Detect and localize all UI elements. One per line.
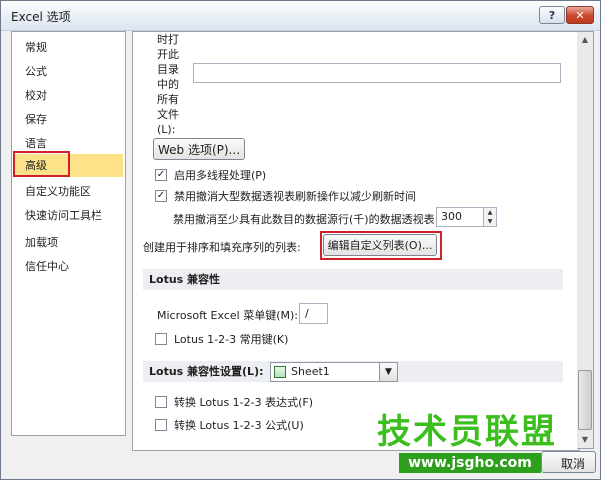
web-options-button[interactable]: Web 选项(P)... — [153, 138, 245, 160]
title-bar: Excel 选项 ? ✕ — [1, 1, 600, 31]
scroll-up-icon[interactable]: ▲ — [577, 32, 593, 48]
lotus-nav-keys-label: Lotus 1-2-3 常用键(K) — [174, 333, 289, 346]
help-button[interactable]: ? — [539, 6, 565, 24]
folder-label-line: 开此 — [157, 48, 179, 61]
watermark-url: www.jsgho.com — [399, 453, 541, 473]
lotus-section-header: Lotus 兼容性 — [143, 269, 563, 290]
nav-item-quick-access-toolbar[interactable]: 快速访问工具栏 — [14, 204, 123, 227]
content-scrollbar[interactable]: ▲ ▼ — [577, 31, 594, 449]
help-icon: ? — [548, 8, 556, 22]
excel-options-dialog: Excel 选项 ? ✕ 常规 公式 校对 保存 语言 高级 自定义功能区 快速… — [0, 0, 601, 480]
edit-button-highlight — [320, 231, 442, 260]
lotus-settings-label: Lotus 兼容性设置(L): — [149, 365, 264, 378]
transition-formula-eval-checkbox[interactable] — [155, 396, 167, 408]
lotus-nav-keys-option[interactable]: Lotus 1-2-3 常用键(K) — [155, 331, 288, 347]
transition-formula-eval-label: 转换 Lotus 1-2-3 表达式(F) — [174, 396, 314, 409]
nav-item-proofing[interactable]: 校对 — [14, 84, 123, 107]
spin-up-icon[interactable]: ▲ — [484, 208, 496, 217]
cancel-button-label: 取消 — [560, 457, 585, 471]
disable-undo-checkbox[interactable]: ✓ — [155, 190, 167, 202]
nav-item-general[interactable]: 常规 — [14, 36, 123, 59]
watermark-logo-text: 技术员联盟 — [377, 412, 557, 452]
close-button[interactable]: ✕ — [566, 6, 594, 24]
close-icon: ✕ — [575, 8, 585, 22]
menu-key-input[interactable]: / — [299, 303, 328, 324]
multithread-option[interactable]: ✓ 启用多线程处理(P) — [155, 167, 266, 183]
nav-item-customize-ribbon[interactable]: 自定义功能区 — [14, 180, 123, 203]
transition-formula-entry-option[interactable]: 转换 Lotus 1-2-3 公式(U) — [155, 417, 304, 433]
window-title: Excel 选项 — [11, 10, 71, 24]
folder-label: 时打 开此 目录 中的 所有 文件 (L): — [157, 32, 183, 137]
nav-item-trust-center[interactable]: 信任中心 — [14, 255, 123, 278]
cancel-button[interactable]: 取消 — [541, 451, 596, 473]
sheet-select[interactable]: Sheet1 ▼ — [270, 362, 398, 382]
folder-label-line: (L): — [157, 123, 176, 136]
folder-label-line: 时打 — [157, 33, 179, 46]
sheet-select-value: Sheet1 — [291, 365, 330, 378]
transition-formula-entry-checkbox[interactable] — [155, 419, 167, 431]
multithread-checkbox[interactable]: ✓ — [155, 169, 167, 181]
transition-formula-eval-option[interactable]: 转换 Lotus 1-2-3 表达式(F) — [155, 394, 313, 410]
disable-undo-label: 禁用撤消大型数据透视表刷新操作以减少刷新时间 — [174, 190, 416, 203]
nav-item-formulas[interactable]: 公式 — [14, 60, 123, 83]
multithread-label: 启用多线程处理(P) — [174, 169, 267, 182]
undo-rows-spinner: ▲ ▼ — [484, 207, 497, 227]
startup-folder-input[interactable] — [193, 63, 561, 83]
undo-rows-input[interactable]: 300 — [436, 207, 484, 227]
menu-key-label: Microsoft Excel 菜单键(M): — [157, 309, 298, 322]
lotus-nav-keys-checkbox[interactable] — [155, 333, 167, 345]
nav-item-save[interactable]: 保存 — [14, 108, 123, 131]
disable-undo-option[interactable]: ✓ 禁用撤消大型数据透视表刷新操作以减少刷新时间 — [155, 188, 416, 204]
custom-list-label: 创建用于排序和填充序列的列表: — [143, 241, 301, 254]
transition-formula-entry-label: 转换 Lotus 1-2-3 公式(U) — [174, 419, 304, 432]
chevron-down-icon[interactable]: ▼ — [379, 363, 397, 381]
scroll-thumb[interactable] — [578, 370, 592, 430]
folder-label-line: 所有 — [157, 93, 179, 106]
undo-rows-label: 禁用撤消至少具有此数目的数据源行(千)的数据透视表: — [173, 213, 439, 226]
category-nav: 常规 公式 校对 保存 语言 高级 自定义功能区 快速访问工具栏 加载项 信任中… — [11, 31, 126, 436]
folder-label-line: 中的 — [157, 78, 179, 91]
sheet-icon — [274, 366, 286, 378]
nav-item-add-ins[interactable]: 加载项 — [14, 231, 123, 254]
scroll-down-icon[interactable]: ▼ — [577, 432, 593, 448]
folder-label-line: 目录 — [157, 63, 179, 76]
folder-label-line: 文件 — [157, 108, 179, 121]
advanced-options-panel: 时打 开此 目录 中的 所有 文件 (L): Web 选项(P)... ✓ 启用… — [132, 31, 580, 451]
spin-down-icon[interactable]: ▼ — [484, 217, 496, 226]
selection-highlight — [13, 151, 70, 177]
